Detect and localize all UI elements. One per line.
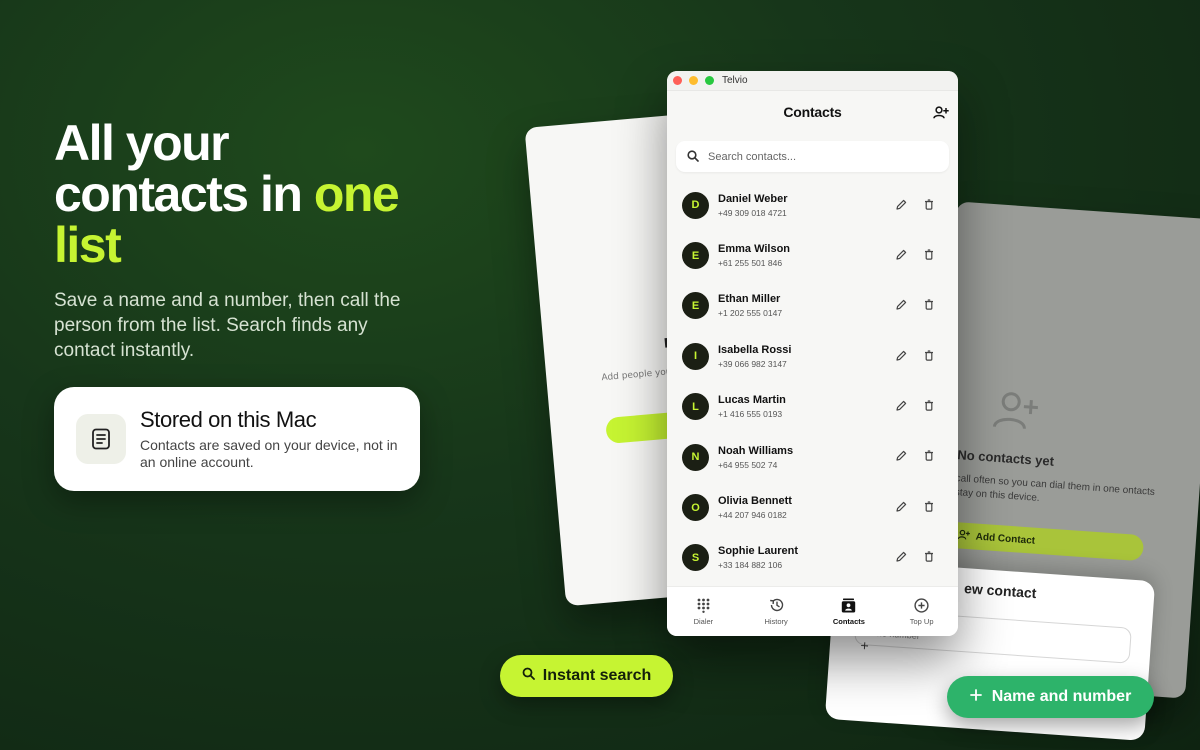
new-contact-title: ew contact: [963, 580, 1037, 602]
tab-label: Dialer: [693, 617, 714, 626]
contact-list: D Daniel Weber +49 309 018 4721 E Emma W…: [667, 180, 958, 583]
contact-row[interactable]: D Daniel Weber +49 309 018 4721: [667, 180, 958, 230]
history-icon: [769, 597, 784, 613]
edit-icon[interactable]: [894, 247, 908, 261]
window-titlebar: Telvio: [667, 71, 958, 91]
contacts-icon: [841, 597, 856, 613]
tab-contacts[interactable]: Contacts: [813, 587, 886, 636]
add-contact-icon[interactable]: [931, 103, 951, 121]
empty-state-description: call often so you can dial them in one o…: [954, 473, 1156, 504]
instant-search-pill: Instant search: [500, 655, 673, 697]
avatar: L: [682, 393, 709, 421]
add-contact-button[interactable]: Add Contact: [942, 521, 1145, 562]
contact-row[interactable]: L Lucas Martin +1 416 555 0193: [667, 382, 958, 432]
feature-title: Stored on this Mac: [140, 407, 317, 432]
contact-phone: +33 184 882 106: [718, 560, 783, 571]
contact-phone: +1 202 555 0147: [718, 308, 783, 319]
zoom-window-button[interactable]: [705, 76, 714, 85]
search-icon: [687, 147, 699, 166]
contact-name: Ethan Miller: [718, 293, 781, 306]
trash-icon[interactable]: [922, 399, 936, 413]
avatar: S: [682, 544, 709, 572]
window-title: Telvio: [722, 75, 748, 86]
headline-line-3: list: [54, 217, 122, 273]
app-window: Telvio Contacts D Daniel Weber +49 309 0…: [667, 71, 958, 636]
contact-phone: +49 309 018 4721: [718, 207, 787, 218]
trash-icon[interactable]: [922, 499, 936, 513]
document-icon: [76, 414, 126, 464]
page-title: Contacts: [783, 104, 842, 120]
contact-row[interactable]: E Emma Wilson +61 255 501 846: [667, 230, 958, 280]
minimize-window-button[interactable]: [689, 76, 698, 85]
tab-dialer[interactable]: Dialer: [667, 587, 740, 636]
feature-card: Stored on this Mac Contacts are saved on…: [54, 387, 420, 491]
edit-icon[interactable]: [894, 298, 908, 312]
contact-phone: +61 255 501 846: [718, 258, 783, 269]
add-person-small-icon: [957, 529, 970, 543]
close-window-button[interactable]: [673, 76, 682, 85]
tab-label: History: [764, 617, 788, 626]
headline-line-1: All your: [54, 115, 230, 171]
contact-phone: +64 955 502 74: [718, 459, 778, 470]
plus-circle-icon: [914, 597, 929, 613]
contact-row[interactable]: I Isabella Rossi +39 066 982 3147: [667, 331, 958, 381]
avatar: N: [682, 443, 709, 471]
avatar: D: [682, 191, 709, 219]
contact-row[interactable]: S Sophie Laurent +33 184 882 106: [667, 533, 958, 583]
name-and-number-label: Name and number: [991, 688, 1132, 705]
add-person-icon: [991, 389, 1042, 436]
app-header: Contacts: [667, 91, 958, 133]
search-icon: [522, 667, 535, 685]
dialpad-icon: [697, 597, 710, 613]
edit-icon[interactable]: [894, 449, 908, 463]
contact-phone: +1 416 555 0193: [718, 409, 783, 420]
tab-bar: Dialer History Contacts Top Up: [667, 586, 958, 636]
edit-icon[interactable]: [894, 197, 908, 211]
trash-icon[interactable]: [922, 247, 936, 261]
headline-accent-word: one: [313, 166, 400, 222]
tab-label: Top Up: [909, 617, 934, 626]
tab-top-up[interactable]: Top Up: [885, 587, 958, 636]
tab-label: Contacts: [832, 617, 865, 626]
avatar: I: [682, 342, 709, 370]
trash-icon[interactable]: [922, 348, 936, 362]
contact-name: Olivia Bennett: [718, 495, 792, 508]
edit-icon[interactable]: [894, 348, 908, 362]
trash-icon[interactable]: [922, 298, 936, 312]
avatar: E: [682, 242, 709, 270]
phone-prefix: +: [859, 638, 870, 653]
tab-history[interactable]: History: [740, 587, 813, 636]
contact-phone: +39 066 982 3147: [718, 358, 787, 369]
name-and-number-pill: Name and number: [947, 676, 1154, 718]
edit-icon[interactable]: [894, 550, 908, 564]
contact-row[interactable]: N Noah Williams +64 955 502 74: [667, 432, 958, 482]
contact-name: Lucas Martin: [718, 394, 786, 407]
contact-phone: +44 207 946 0182: [718, 510, 787, 521]
search-bar[interactable]: [676, 141, 949, 172]
trash-icon[interactable]: [922, 449, 936, 463]
trash-icon[interactable]: [922, 197, 936, 211]
avatar: O: [682, 494, 709, 522]
contact-name: Noah Williams: [718, 444, 794, 457]
add-contact-label: Add Contact: [975, 531, 1036, 547]
contact-row[interactable]: O Olivia Bennett +44 207 946 0182: [667, 482, 958, 532]
search-input[interactable]: [708, 150, 928, 163]
hero-subtext: Save a name and a number, then call the …: [54, 290, 401, 361]
edit-icon[interactable]: [894, 399, 908, 413]
headline-line-2a: contacts in: [54, 166, 314, 222]
plus-icon: [969, 688, 982, 706]
contact-name: Sophie Laurent: [718, 545, 799, 558]
edit-icon[interactable]: [894, 499, 908, 513]
instant-search-label: Instant search: [542, 667, 652, 684]
contact-name: Daniel Weber: [718, 192, 788, 205]
contact-name: Emma Wilson: [718, 243, 791, 256]
contact-name: Isabella Rossi: [718, 343, 792, 356]
feature-description: Contacts are saved on your device, not i…: [140, 437, 398, 470]
avatar: E: [682, 292, 709, 320]
empty-state-title: No contacts yet: [956, 447, 1055, 469]
contact-row[interactable]: E Ethan Miller +1 202 555 0147: [667, 281, 958, 331]
trash-icon[interactable]: [922, 550, 936, 564]
hero-headline: All your contacts in one list: [54, 118, 474, 271]
